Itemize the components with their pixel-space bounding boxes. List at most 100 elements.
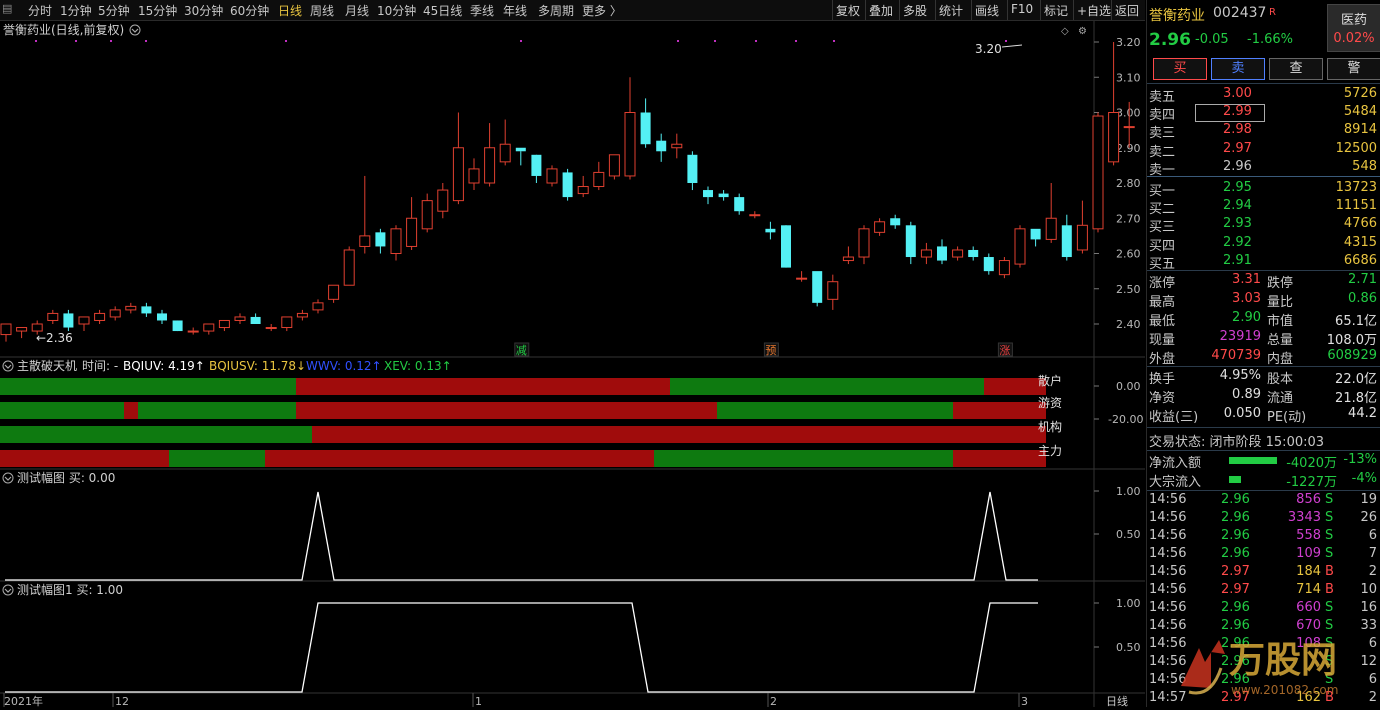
tick-time: 14:56: [1149, 528, 1187, 543]
stat-label: 总量: [1267, 333, 1294, 348]
trade-button-3[interactable]: 警: [1327, 58, 1380, 80]
signal-label: 涨: [999, 344, 1010, 357]
candle-body: [452, 147, 464, 202]
candle-body: [687, 154, 698, 183]
timeframe-5[interactable]: 60分钟: [230, 2, 269, 19]
trade-button-0[interactable]: 买: [1153, 58, 1207, 80]
menu-icon[interactable]: ▤: [2, 2, 12, 15]
toolbar-button-5[interactable]: F10: [1011, 2, 1033, 16]
top-marker: [1005, 40, 1007, 42]
order-book-price: 3.00: [1223, 86, 1252, 101]
timeframe-12[interactable]: 年线: [503, 2, 527, 19]
order-book-price: 2.97: [1223, 140, 1252, 156]
timeframe-9[interactable]: 10分钟: [377, 2, 416, 19]
candle-body: [265, 327, 277, 330]
toolbar-button-0[interactable]: 复权: [836, 2, 860, 19]
candle-body: [952, 249, 964, 258]
order-book-price: 2.93: [1223, 216, 1252, 232]
candle-body: [593, 171, 605, 188]
stat-label: PE(动): [1267, 410, 1307, 425]
tick-price: 2.96: [1221, 600, 1250, 615]
order-book-row: 卖五 3.00 5726: [1147, 86, 1380, 105]
order-book-row: 卖二 2.97 12500: [1147, 140, 1380, 160]
stats-row: 换手 4.95% 股本 22.0亿: [1147, 368, 1380, 387]
timeframe-7[interactable]: 周线: [310, 2, 334, 19]
candle-body: [437, 189, 449, 212]
toolbar-button-1[interactable]: 叠加: [869, 2, 893, 19]
timeframe-2[interactable]: 5分钟: [98, 2, 130, 19]
stats-row: 净资 0.89 流通 21.8亿: [1147, 387, 1380, 406]
timeframe-14[interactable]: 更多 〉: [582, 2, 622, 19]
candle-body: [656, 140, 667, 152]
candle-body: [187, 330, 199, 333]
indicator3-line: [5, 602, 1038, 693]
tick-time: 14:56: [1149, 546, 1187, 561]
toolbar-button-2[interactable]: 多股: [903, 2, 927, 19]
candle-body: [312, 302, 324, 311]
stat-value: 23919: [1219, 329, 1261, 344]
tick-row: 14:56 2.96 3343 S 26: [1147, 510, 1380, 528]
timeframe-13[interactable]: 多周期: [538, 2, 574, 19]
order-book-volume: 13723: [1335, 180, 1377, 195]
timeframe-6[interactable]: 日线: [278, 2, 302, 19]
toolbar-button-6[interactable]: 标记: [1044, 2, 1068, 19]
top-marker: [833, 40, 835, 42]
order-book-row: 买一 2.95 13723: [1147, 180, 1380, 199]
candle-body: [874, 221, 886, 233]
tick-row: 14:56 2.96 558 S 6: [1147, 528, 1380, 546]
timeframe-11[interactable]: 季线: [470, 2, 494, 19]
indicator3-axis: 1.00: [1116, 597, 1141, 610]
chart-area: 誉衡药业(日线,前复权) ◇ ⚙ 3.20 3.10 3.00 2.90 2.80 2.70 2.…: [0, 21, 1145, 708]
stat-label: 换手: [1149, 372, 1176, 387]
tick-volume: 109: [1296, 546, 1321, 561]
candle-body: [296, 312, 308, 318]
tick-direction: B: [1325, 564, 1334, 579]
toolbar-button-7[interactable]: +自选: [1077, 2, 1111, 19]
toolbar-separator: [935, 0, 936, 20]
indicator2-axis: 1.00: [1116, 485, 1141, 498]
price-tick-label: 2.60: [1116, 248, 1141, 261]
indicator2-name: 测试幅图 买: 0.00: [17, 470, 115, 485]
timeframe-0[interactable]: 分时: [28, 2, 52, 19]
chevron-down-icon: [2, 584, 14, 596]
kline-chart: 誉衡药业(日线,前复权) ◇ ⚙ 3.20 3.10 3.00 2.90 2.80 2.70 2.…: [0, 21, 1145, 708]
order-book-row: 买三 2.93 4766: [1147, 216, 1380, 235]
trade-button-2[interactable]: 查: [1269, 58, 1323, 80]
candle-body: [890, 218, 901, 226]
flow-bar: [1229, 457, 1277, 464]
candle-body: [234, 316, 246, 321]
candle-body: [0, 323, 12, 336]
indicator3-name: 测试幅图1 买: 1.00: [17, 582, 123, 597]
stat-label: 流通: [1267, 391, 1294, 406]
top-marker: [520, 40, 522, 42]
trade-button-1[interactable]: 卖: [1211, 58, 1265, 80]
flow-label: 大宗流入: [1149, 475, 1202, 490]
toolbar-button-3[interactable]: 统计: [939, 2, 963, 19]
flow-row: 净流入额 -4020万 -13%: [1147, 452, 1380, 471]
timeframe-1[interactable]: 1分钟: [60, 2, 92, 19]
timeframe-3[interactable]: 15分钟: [138, 2, 177, 19]
price-tick-label: 2.40: [1116, 318, 1141, 331]
toolbar-button-8[interactable]: 返回: [1115, 2, 1139, 19]
stat-value: 44.2: [1348, 406, 1377, 421]
candle-body: [842, 256, 854, 262]
chevron-down-icon: [129, 24, 141, 36]
toolbar-button-4[interactable]: 画线: [975, 2, 999, 19]
flow-value: -1227万: [1286, 475, 1337, 490]
stat-label: 收益(三): [1149, 410, 1199, 425]
toolbar-separator: [899, 0, 900, 20]
candle-body: [968, 249, 979, 258]
order-book-price: 2.95: [1223, 180, 1252, 195]
tick-count: 6: [1368, 528, 1377, 543]
stat-value: 3.31: [1232, 272, 1261, 287]
flow-row-label: 主力: [1038, 444, 1062, 458]
chevron-down-icon: [2, 360, 14, 372]
timeframe-10[interactable]: 45日线: [423, 2, 462, 19]
order-book-price: 2.96: [1223, 158, 1252, 174]
timeframe-8[interactable]: 月线: [345, 2, 369, 19]
price-highlight-box[interactable]: [1195, 104, 1265, 122]
tick-time: 14:56: [1149, 582, 1187, 597]
timeframe-4[interactable]: 30分钟: [184, 2, 223, 19]
watermark-logo: 万股网 www.201082.com: [1181, 639, 1338, 697]
r-badge: R: [1269, 7, 1276, 18]
